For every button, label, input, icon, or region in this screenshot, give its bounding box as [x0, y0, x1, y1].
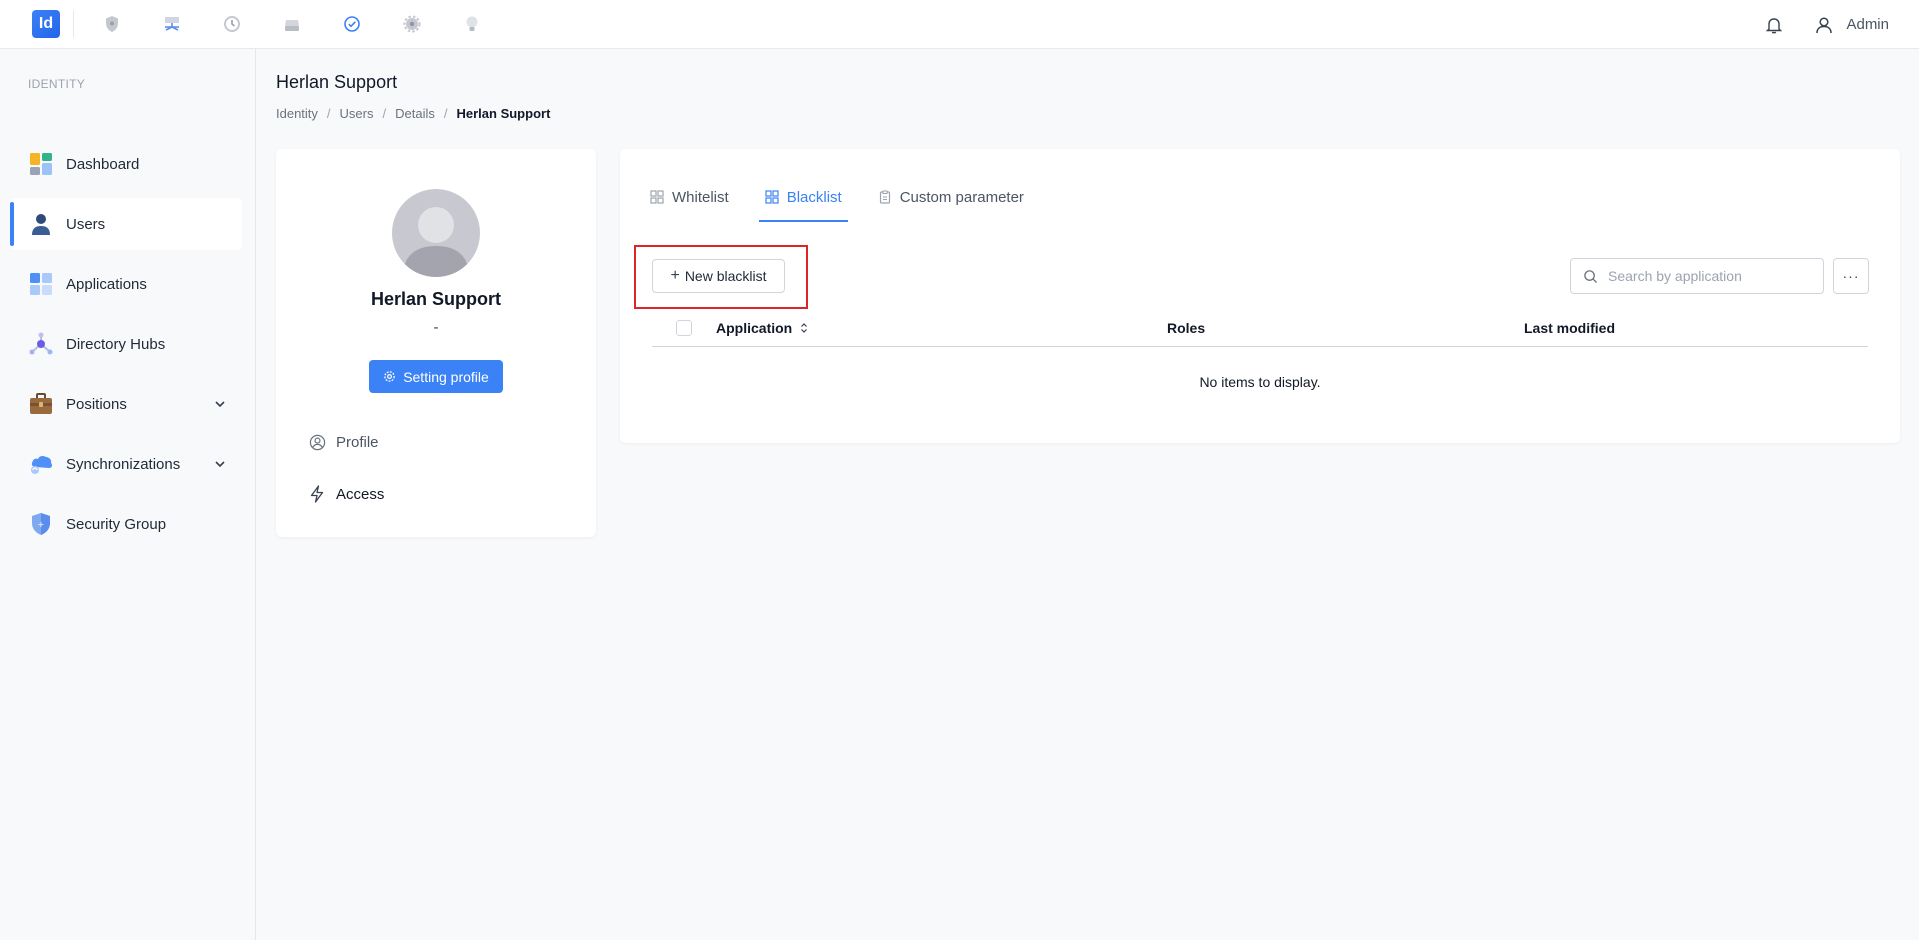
- sidebar-item-label: Security Group: [66, 515, 167, 533]
- tab-label: Whitelist: [672, 188, 729, 206]
- breadcrumb-separator: /: [443, 106, 448, 121]
- sidebar-item-label: Positions: [66, 395, 127, 413]
- grid-icon: [650, 190, 664, 204]
- column-header-application[interactable]: Application: [716, 320, 808, 336]
- breadcrumb: Identity / Users / Details / Herlan Supp…: [276, 106, 550, 121]
- column-header-last-modified: Last modified: [1524, 320, 1615, 336]
- user-icon[interactable]: [1812, 13, 1836, 37]
- sidebar: IDENTITY Dashboard Users Applications Di…: [0, 49, 256, 940]
- column-header-label: Roles: [1167, 320, 1206, 336]
- tab-custom-parameter[interactable]: Custom parameter: [872, 173, 1030, 221]
- sidebar-item-applications[interactable]: Applications: [10, 258, 242, 310]
- sidebar-item-label: Directory Hubs: [66, 335, 166, 353]
- shield-icon[interactable]: [100, 12, 124, 36]
- gear-icon: [384, 371, 395, 382]
- check-circle-icon[interactable]: [340, 12, 364, 36]
- bolt-icon: [308, 485, 326, 503]
- profile-name: Herlan Support: [370, 289, 501, 309]
- more-options-button[interactable]: ···: [1833, 258, 1869, 294]
- tab-blacklist[interactable]: Blacklist: [758, 173, 848, 222]
- table-header: Application Roles Last modified: [652, 309, 1868, 347]
- search-input[interactable]: [1608, 268, 1808, 284]
- hub-icon: [28, 331, 54, 357]
- shield-icon: +: [28, 511, 54, 537]
- search-box: [1570, 258, 1824, 294]
- tab-label: Custom parameter: [899, 188, 1024, 206]
- new-blacklist-button[interactable]: + New blacklist: [652, 259, 785, 293]
- column-header-label: Last modified: [1524, 320, 1616, 336]
- bell-icon[interactable]: [1762, 13, 1786, 37]
- breadcrumb-item-users[interactable]: Users: [340, 106, 374, 121]
- plus-icon: +: [670, 267, 680, 284]
- profile-link[interactable]: Profile: [308, 433, 379, 451]
- cloud-sync-icon: [28, 451, 54, 477]
- main-panel: Whitelist Blacklist Custom parameter + N…: [620, 149, 1900, 443]
- empty-state: No items to display.: [1199, 374, 1321, 390]
- profile-link-label: Profile: [336, 433, 379, 451]
- chevron-down-icon[interactable]: [212, 396, 228, 412]
- user-menu-label[interactable]: Admin: [1846, 16, 1889, 33]
- profile-subtitle: -: [433, 319, 439, 336]
- drive-icon[interactable]: [280, 12, 304, 36]
- sort-icon[interactable]: [800, 322, 808, 334]
- sidebar-item-label: Synchronizations: [66, 455, 181, 473]
- tab-whitelist[interactable]: Whitelist: [644, 173, 735, 221]
- svg-text:+: +: [38, 520, 45, 529]
- user-icon: [28, 211, 54, 237]
- sidebar-item-dashboard[interactable]: Dashboard: [10, 138, 242, 190]
- select-all-checkbox[interactable]: [676, 320, 692, 336]
- breadcrumb-item-details[interactable]: Details: [395, 106, 435, 121]
- topbar-divider: [73, 10, 74, 38]
- sidebar-item-label: Users: [66, 215, 106, 233]
- briefcase-icon: [28, 391, 54, 417]
- page-title: Herlan Support: [276, 72, 398, 92]
- tab-bar: Whitelist Blacklist Custom parameter: [644, 173, 1054, 222]
- new-blacklist-label: New blacklist: [684, 268, 767, 284]
- sidebar-item-label: Applications: [66, 275, 147, 293]
- avatar: [392, 189, 480, 277]
- sidebar-item-label: Dashboard: [66, 155, 140, 173]
- user-circle-icon: [308, 433, 326, 451]
- setting-profile-button[interactable]: Setting profile: [369, 360, 503, 393]
- search-icon: [1584, 269, 1598, 283]
- bulb-icon[interactable]: [460, 12, 484, 36]
- sidebar-item-positions[interactable]: Positions: [10, 378, 242, 430]
- column-header-label: Application: [716, 320, 793, 336]
- gear-icon[interactable]: [400, 12, 424, 36]
- tab-label: Blacklist: [786, 188, 842, 206]
- breadcrumb-separator: /: [382, 106, 387, 121]
- breadcrumb-separator: /: [326, 106, 331, 121]
- sidebar-item-security-group[interactable]: + Security Group: [10, 498, 242, 550]
- profile-card: Herlan Support - Setting profile Profile…: [276, 149, 596, 537]
- sidebar-item-users[interactable]: Users: [10, 198, 242, 250]
- breadcrumb-item-identity[interactable]: Identity: [276, 106, 318, 121]
- grid-icon: [765, 190, 779, 204]
- access-link-label: Access: [336, 485, 385, 503]
- sidebar-item-synchronizations[interactable]: Synchronizations: [10, 438, 242, 490]
- sidebar-item-directory-hubs[interactable]: Directory Hubs: [10, 318, 242, 370]
- network-icon[interactable]: [160, 12, 184, 36]
- chevron-down-icon[interactable]: [212, 456, 228, 472]
- clock-icon[interactable]: [220, 12, 244, 36]
- top-bar: Id Admin: [0, 0, 1919, 49]
- app-logo[interactable]: Id: [32, 10, 60, 38]
- breadcrumb-item-current: Herlan Support: [456, 106, 551, 121]
- column-header-roles: Roles: [1167, 320, 1205, 336]
- sidebar-section-label: IDENTITY: [28, 77, 86, 91]
- access-link[interactable]: Access: [308, 485, 384, 503]
- setting-profile-label: Setting profile: [403, 368, 489, 385]
- clipboard-icon: [879, 190, 890, 204]
- dashboard-icon: [28, 151, 54, 177]
- applications-icon: [28, 271, 54, 297]
